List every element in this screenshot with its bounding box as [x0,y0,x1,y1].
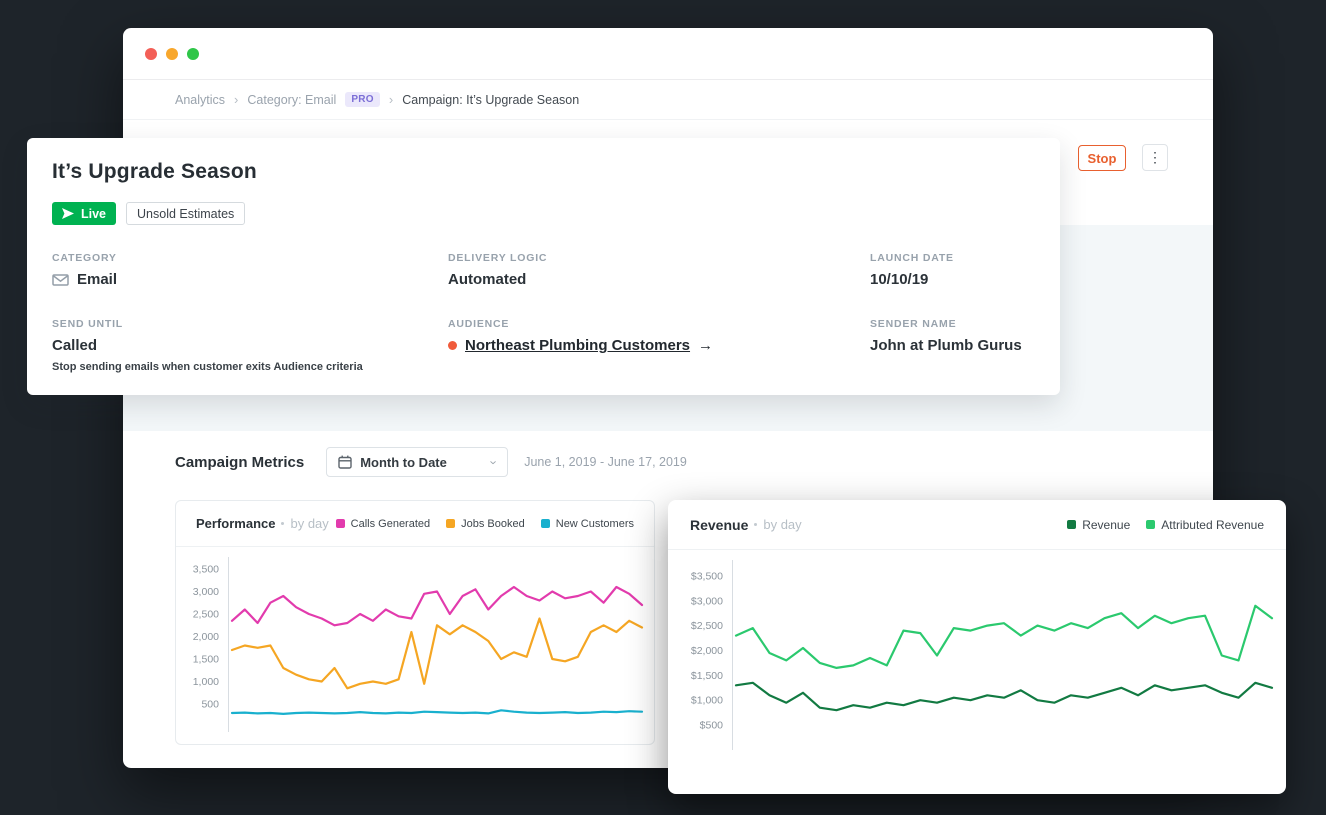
audience-status-dot [448,341,457,350]
audience-link[interactable]: Northeast Plumbing Customers [465,337,690,354]
performance-chart-card: Performance by day Calls Generated Jobs … [175,500,655,745]
legend-new-customers: New Customers [541,518,634,530]
breadcrumb: Analytics › Category: Email PRO › Campai… [123,80,1213,120]
field-sender-name: SENDER NAME John at Plumb Gurus [870,318,1035,373]
chart-subtitle: by day [290,516,328,531]
chart-title: Revenue [690,517,748,533]
chevron-down-icon: › [488,460,501,464]
window-titlebar [123,28,1213,80]
legend-swatch [1067,520,1076,529]
legend-swatch [336,519,345,528]
svg-text:$500: $500 [700,720,724,732]
breadcrumb-category-email[interactable]: Category: Email [247,93,336,107]
performance-chart: 3,500 3,000 2,500 2,000 1,500 1,000 500 [180,555,650,747]
field-audience: AUDIENCE Northeast Plumbing Customers → [448,318,870,373]
performance-chart-header: Performance by day Calls Generated Jobs … [176,501,654,547]
chart-title: Performance [196,516,275,531]
legend-calls-generated: Calls Generated [336,518,431,530]
campaign-detail-card: It’s Upgrade Season Live Unsold Estimate… [27,138,1060,395]
performance-legend: Calls Generated Jobs Booked New Customer… [336,518,634,530]
date-range-selected: Month to Date [360,455,447,470]
svg-text:2,000: 2,000 [193,631,219,643]
more-options-button[interactable]: ⋮ [1142,144,1168,171]
legend-swatch [541,519,550,528]
minimize-window-button[interactable] [166,48,178,60]
date-range-text: June 1, 2019 - June 17, 2019 [524,455,687,469]
legend-swatch [446,519,455,528]
close-window-button[interactable] [145,48,157,60]
svg-text:$1,500: $1,500 [691,670,723,682]
chart-subtitle: by day [763,517,801,532]
svg-text:3,500: 3,500 [193,564,219,576]
svg-text:$2,500: $2,500 [691,620,723,632]
breadcrumb-campaign: Campaign: It’s Upgrade Season [402,93,579,107]
date-range-dropdown[interactable]: Month to Date › [326,447,508,477]
campaign-fields: CATEGORY Email DELIVERY LOGIC Automated … [52,252,1035,373]
legend-label: Attributed Revenue [1161,518,1264,532]
revenue-chart-card: Revenue by day Revenue Attributed Revenu… [668,500,1286,794]
legend-jobs-booked: Jobs Booked [446,518,525,530]
legend-attributed-revenue: Attributed Revenue [1146,518,1264,532]
send-until-note: Stop sending emails when customer exits … [52,361,448,373]
campaign-metrics-row: Campaign Metrics Month to Date › June 1,… [175,447,687,477]
svg-text:1,500: 1,500 [193,654,219,666]
chevron-right-icon: › [389,92,393,107]
revenue-chart-header: Revenue by day Revenue Attributed Revenu… [668,500,1286,550]
stop-campaign-button[interactable]: Stop [1078,145,1126,171]
campaign-tag-chip: Unsold Estimates [126,202,245,225]
legend-label: New Customers [556,518,634,530]
svg-text:3,000: 3,000 [193,586,219,598]
campaign-title: It’s Upgrade Season [52,160,257,184]
svg-text:$3,000: $3,000 [691,595,723,607]
campaign-metrics-heading: Campaign Metrics [175,454,304,471]
breadcrumb-analytics[interactable]: Analytics [175,93,225,107]
chevron-right-icon: › [234,92,238,107]
arrow-right-icon[interactable]: → [698,337,713,354]
calendar-icon [338,455,352,469]
field-launch-date: LAUNCH DATE 10/10/19 [870,252,1035,288]
field-send-until: SEND UNTIL Called Stop sending emails wh… [52,318,448,373]
svg-text:500: 500 [201,699,219,711]
live-status-label: Live [81,207,106,221]
revenue-legend: Revenue Attributed Revenue [1067,518,1264,532]
field-delivery-logic: DELIVERY LOGIC Automated [448,252,870,288]
zoom-window-button[interactable] [187,48,199,60]
legend-label: Revenue [1082,518,1130,532]
legend-swatch [1146,520,1155,529]
svg-text:2,500: 2,500 [193,609,219,621]
revenue-chart: $3,500 $3,000 $2,500 $2,000 $1,500 $1,000 $500 [674,558,1280,783]
envelope-icon [52,274,69,286]
field-category: CATEGORY Email [52,252,448,288]
svg-text:1,000: 1,000 [193,676,219,688]
legend-revenue: Revenue [1067,518,1130,532]
svg-text:$2,000: $2,000 [691,645,723,657]
live-status-badge: Live [52,202,116,225]
pro-badge: PRO [345,92,380,107]
campaign-badges: Live Unsold Estimates [52,202,245,225]
legend-label: Calls Generated [351,518,431,530]
send-icon [62,208,74,219]
legend-label: Jobs Booked [461,518,525,530]
dot-separator-icon [754,523,757,526]
kebab-icon: ⋮ [1148,149,1162,166]
svg-text:$3,500: $3,500 [691,570,723,582]
svg-text:$1,000: $1,000 [691,695,723,707]
dot-separator-icon [281,522,284,525]
